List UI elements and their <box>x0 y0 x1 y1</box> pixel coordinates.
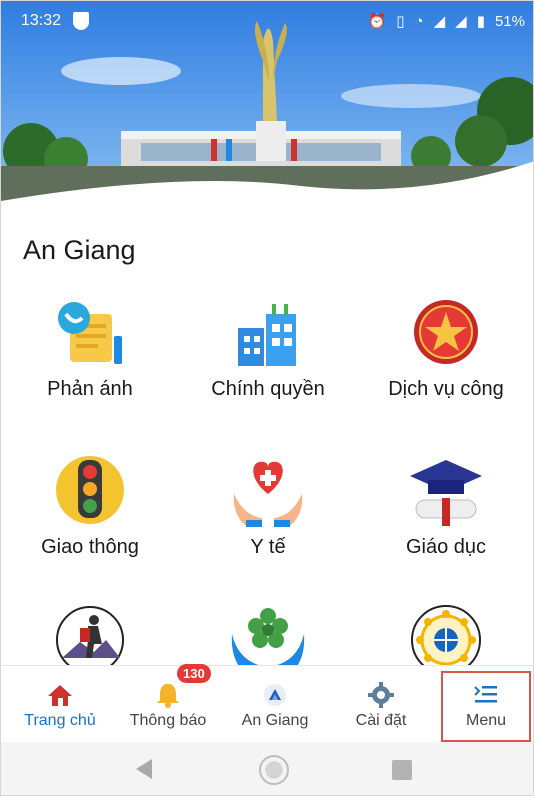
public-service-icon <box>414 300 478 364</box>
home-icon <box>48 685 72 706</box>
phone-screen: 13:32 ⏰ ▯ ◔ ◢ ◢ ▮ 51% An Giang Phản ánh … <box>0 0 534 796</box>
nav-trang-chu[interactable]: Trang chủ <box>9 666 111 743</box>
tile-label: Phản ánh <box>47 378 133 400</box>
tile-label: Y tế <box>250 536 286 558</box>
bell-icon <box>157 684 179 708</box>
alarm-icon: ⏰ <box>367 13 387 30</box>
notification-badge: 130 <box>177 664 211 683</box>
nav-label: Trang chủ <box>24 712 96 729</box>
battery-icon: ▮ <box>476 13 485 30</box>
recent-apps-icon[interactable] <box>392 760 412 780</box>
nav-cai-dat[interactable]: Cài đặt <box>331 666 431 743</box>
status-icons: ⏰ ▯ ◔ ◢ ◢ ▮ 51% <box>367 12 525 31</box>
vibrate-icon: ▯ <box>396 13 405 30</box>
back-icon[interactable] <box>136 759 152 779</box>
status-bar: 13:32 ⏰ ▯ ◔ ◢ ◢ ▮ 51% <box>1 1 533 41</box>
battery-percent: 51% <box>494 12 525 30</box>
nav-label: Thông báo <box>129 712 207 729</box>
tile-label: Giao thông <box>41 536 139 558</box>
nav-label: Cài đặt <box>355 712 407 729</box>
status-time: 13:32 <box>21 12 62 29</box>
traffic-light-icon <box>56 456 124 524</box>
system-nav-bar <box>1 742 533 795</box>
tile-phan-anh[interactable]: Phản ánh <box>1 296 179 446</box>
feedback-icon <box>58 302 122 364</box>
tile-label: Chính quyền <box>211 378 325 400</box>
page-title: An Giang <box>23 235 136 265</box>
wifi-icon: ◔ <box>414 12 424 30</box>
home-button-icon[interactable] <box>259 755 289 785</box>
logo-icon <box>264 684 286 706</box>
health-icon <box>233 461 303 527</box>
tile-giao-thong[interactable]: Giao thông <box>1 454 179 604</box>
nav-thong-bao[interactable]: 130 Thông báo <box>113 664 223 743</box>
tile-label: Dịch vụ công <box>388 378 504 400</box>
government-building-icon <box>238 304 296 366</box>
tile-chinh-quyen[interactable]: Chính quyền <box>179 296 357 446</box>
tile-giao-duc[interactable]: Giáo dục <box>357 454 533 604</box>
tile-y-te[interactable]: Y tế <box>179 454 357 604</box>
nav-label: An Giang <box>241 712 309 729</box>
education-icon <box>410 460 482 526</box>
gear-icon <box>368 682 394 708</box>
signal-icon: ◢ <box>433 13 446 30</box>
shield-icon <box>73 12 90 30</box>
tile-dich-vu-cong[interactable]: Dịch vụ công <box>357 296 533 446</box>
tile-label: Giáo dục <box>405 536 487 558</box>
nav-an-giang[interactable]: An Giang <box>225 666 325 743</box>
menu-highlight-box <box>441 671 531 742</box>
signal-icon: ◢ <box>455 13 467 30</box>
